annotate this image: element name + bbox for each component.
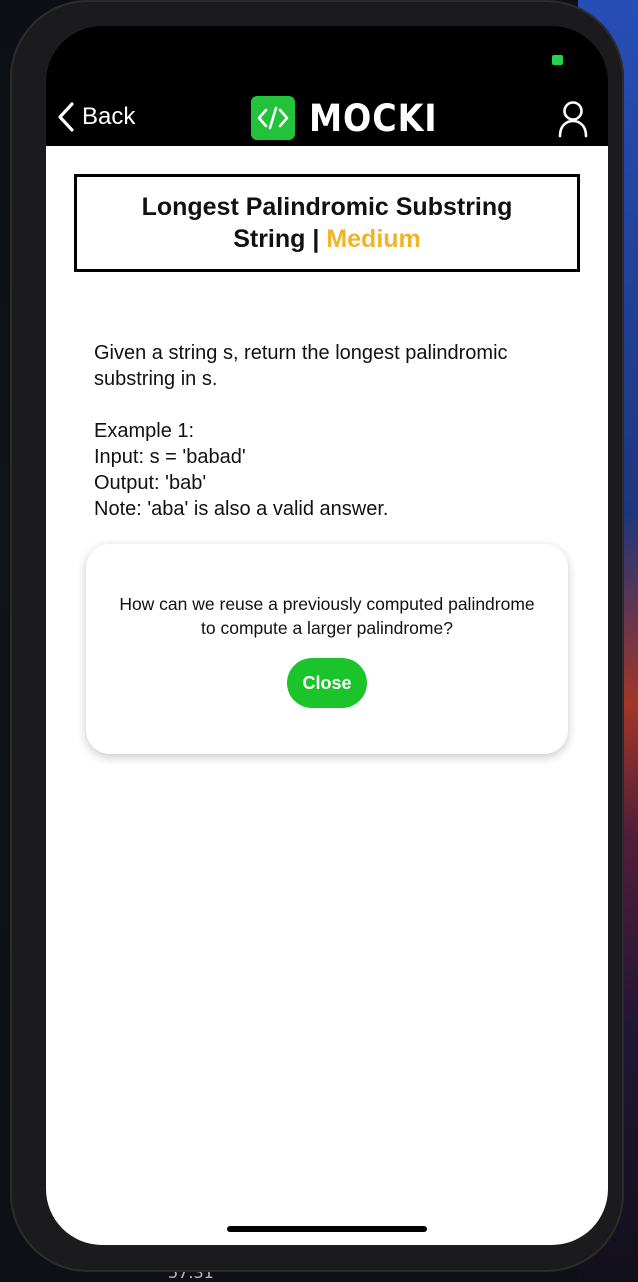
- problem-title-box: Longest Palindromic Substring String | M…: [74, 174, 580, 272]
- hint-text: How can we reuse a previously computed p…: [116, 592, 538, 640]
- difficulty-badge: Medium: [326, 225, 420, 253]
- user-icon: [558, 98, 588, 138]
- back-label: Back: [82, 103, 135, 131]
- brand-logo-group: MOCKI: [251, 96, 452, 140]
- example-input: Input: s = 'babad': [94, 444, 574, 470]
- problem-meta: String | Medium: [233, 223, 421, 255]
- phone-screen: Back MOCKI: [46, 26, 608, 1245]
- notch: [172, 26, 482, 72]
- meta-separator: |: [312, 225, 319, 253]
- back-button[interactable]: Back: [56, 100, 135, 134]
- problem-content: Longest Palindromic Substring String | M…: [46, 146, 608, 1245]
- example-heading: Example 1:: [94, 418, 574, 444]
- description-text: Given a string s, return the longest pal…: [94, 340, 574, 392]
- close-button[interactable]: Close: [287, 658, 367, 708]
- code-brackets-icon: [251, 96, 295, 140]
- profile-button[interactable]: [558, 98, 588, 138]
- example-output: Output: 'bab': [94, 470, 574, 496]
- home-indicator[interactable]: [227, 1226, 427, 1232]
- problem-category: String: [233, 225, 305, 253]
- hint-modal: How can we reuse a previously computed p…: [86, 544, 568, 754]
- status-indicator-icon: [552, 55, 563, 65]
- brand-name: MOCKI: [309, 97, 438, 140]
- top-navigation-bar: Back MOCKI: [46, 88, 608, 146]
- problem-description: Given a string s, return the longest pal…: [94, 340, 574, 522]
- chevron-left-icon: [56, 101, 76, 133]
- problem-title: Longest Palindromic Substring: [142, 191, 513, 223]
- phone-frame: Back MOCKI: [10, 0, 624, 1272]
- example-note: Note: 'aba' is also a valid answer.: [94, 496, 574, 522]
